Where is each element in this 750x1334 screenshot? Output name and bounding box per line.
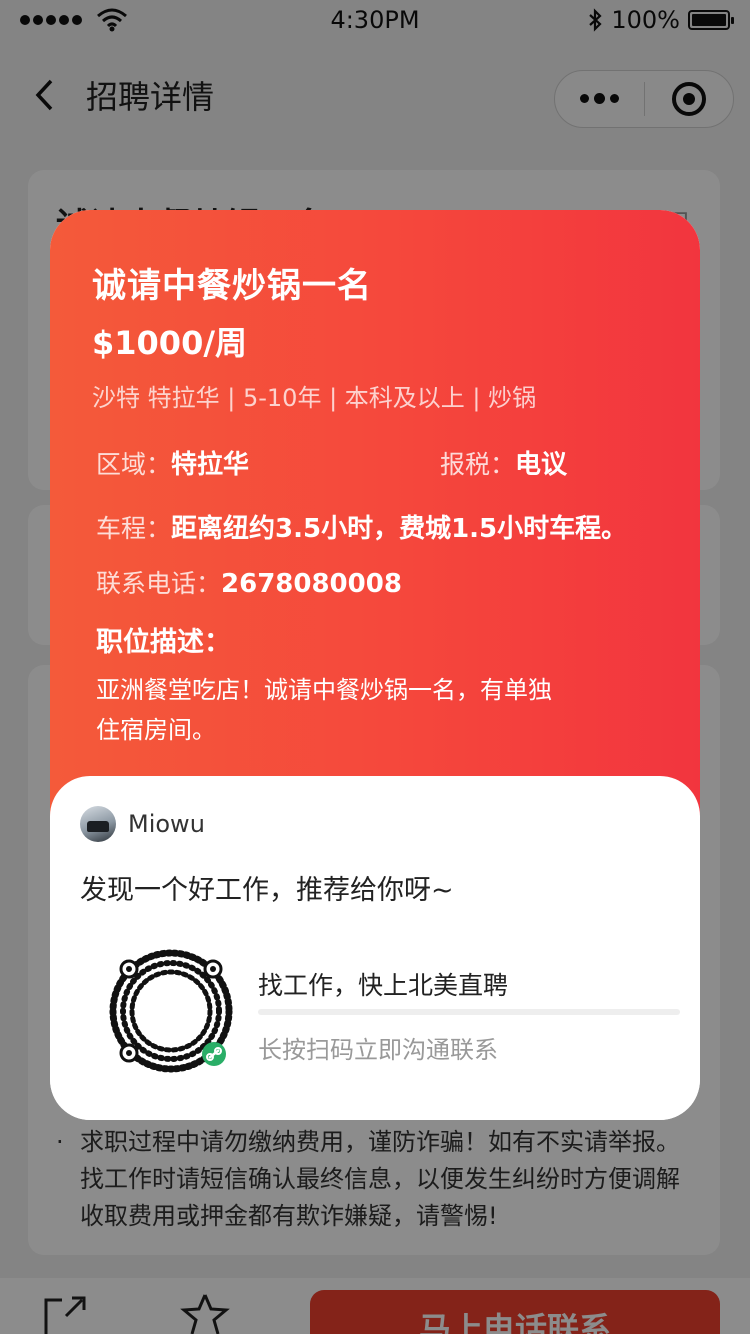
poster-share-section: Miowu 发现一个好工作，推荐给你呀~ 找工作，快上北美直聘 长按扫码立即沟通… <box>50 776 700 1120</box>
poster-salary: $1000/周 <box>92 324 248 362</box>
phone-row: 联系电话：2678080008 <box>96 564 402 600</box>
qr-subtitle: 长按扫码立即沟通联系 <box>258 1036 498 1064</box>
job-description-text: 亚洲餐堂吃店！诚请中餐炒锅一名，有单独 住宿房间。 <box>96 670 596 750</box>
poster-job-meta: 沙特 特拉华 | 5-10年 | 本科及以上 | 炒锅 <box>92 384 537 412</box>
poster-job-section: 诚请中餐炒锅一名 $1000/周 沙特 特拉华 | 5-10年 | 本科及以上 … <box>50 210 700 830</box>
job-description-line: 住宿房间。 <box>96 716 216 744</box>
mini-program-code-icon[interactable] <box>106 946 236 1076</box>
share-message: 发现一个好工作，推荐给你呀~ <box>80 875 454 906</box>
sharer-name: Miowu <box>128 810 205 838</box>
avatar <box>80 806 116 842</box>
tax-value: 电议 <box>515 450 568 480</box>
tax-row: 报税：电议 <box>440 444 567 481</box>
region-row: 区域：特拉华 <box>96 444 249 481</box>
region-value: 特拉华 <box>171 450 250 480</box>
job-description-line: 亚洲餐堂吃店！诚请中餐炒锅一名，有单独 <box>96 676 552 704</box>
share-poster: 诚请中餐炒锅一名 $1000/周 沙特 特拉华 | 5-10年 | 本科及以上 … <box>50 210 700 1120</box>
sharer-info: Miowu <box>80 806 205 842</box>
qr-title: 找工作，快上北美直聘 <box>258 971 509 1000</box>
phone-value: 2678080008 <box>221 569 402 599</box>
commute-label: 车程： <box>96 514 172 543</box>
job-description-title: 职位描述： <box>96 627 231 658</box>
commute-value: 距离纽约3.5小时，费城1.5小时车程。 <box>171 514 628 544</box>
commute-row: 车程：距离纽约3.5小时，费城1.5小时车程。 <box>96 508 627 545</box>
phone-label: 联系电话： <box>96 569 222 598</box>
region-label: 区域： <box>96 450 172 479</box>
qr-divider <box>258 1009 680 1015</box>
tax-label: 报税： <box>440 450 516 479</box>
poster-job-title: 诚请中餐炒锅一名 <box>92 266 372 306</box>
